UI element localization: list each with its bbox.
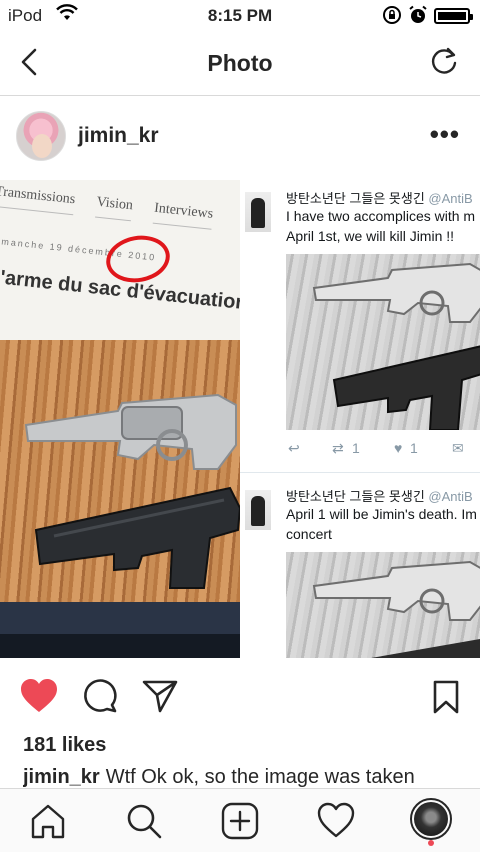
post-username[interactable]: jimin_kr xyxy=(78,124,159,148)
tweet-line: April 1 will be Jimin's death. Im xyxy=(286,506,477,522)
tweet-text: April 1 will be Jimin's death. Im concer… xyxy=(286,504,480,544)
avatar-face xyxy=(32,134,52,158)
taskbar xyxy=(0,634,240,658)
avatar[interactable] xyxy=(16,111,66,161)
status-bar: iPod 8:15 PM xyxy=(0,0,480,32)
profile-icon[interactable] xyxy=(410,798,452,840)
revolver-image xyxy=(24,393,237,470)
tweet-author-name: 방탄소년단 그들은 못생긴 xyxy=(286,489,425,504)
reply-icon[interactable]: ↩ xyxy=(288,440,300,457)
tweet-handle: @AntiB xyxy=(428,489,473,504)
tweet-photo xyxy=(286,254,480,430)
tweet-text: I have two accomplices with m April 1st,… xyxy=(286,206,480,246)
tweet-line: April 1st, we will kill Jimin !! xyxy=(286,228,455,244)
bookmark-icon[interactable] xyxy=(432,680,460,719)
pistol-image xyxy=(332,345,480,430)
battery-icon xyxy=(434,8,473,24)
tweets-panel: 방탄소년단 그들은 못생긴 @AntiB I have two accompli… xyxy=(240,180,480,658)
tweet-line: I have two accomplices with m xyxy=(286,208,476,224)
pistol-image xyxy=(34,486,240,589)
tweet-author: 방탄소년단 그들은 못생긴 @AntiB xyxy=(286,486,473,505)
tweet-like-icon[interactable]: ♥ xyxy=(394,440,402,456)
tweet: 방탄소년단 그들은 못생긴 @AntiB April 1 will be Jim… xyxy=(240,478,480,658)
post-actions xyxy=(0,668,480,724)
magazine-tab: Transmissions xyxy=(0,184,76,216)
revolver-image xyxy=(312,560,480,621)
heart-filled-icon[interactable] xyxy=(20,678,58,719)
retweet-icon[interactable]: ⇄ xyxy=(332,440,344,457)
post-image[interactable]: Transmissions Vision Interviews imanche … xyxy=(0,180,480,658)
back-chevron-icon[interactable] xyxy=(14,46,46,78)
add-icon[interactable] xyxy=(220,801,260,841)
pistol-image xyxy=(371,639,480,658)
home-icon[interactable] xyxy=(28,801,68,841)
tweet-divider xyxy=(240,472,480,473)
activity-heart-icon[interactable] xyxy=(316,801,356,841)
tweet-like-count: 1 xyxy=(410,440,418,456)
tweet-avatar xyxy=(245,192,271,232)
tweet-author: 방탄소년단 그들은 못생긴 @AntiB xyxy=(286,188,473,207)
profile-picture xyxy=(414,802,448,836)
magazine-page: Transmissions Vision Interviews imanche … xyxy=(0,180,240,340)
tweet-photo xyxy=(286,552,480,658)
tweet-handle: @AntiB xyxy=(428,191,473,206)
tweet: 방탄소년단 그들은 못생긴 @AntiB I have two accompli… xyxy=(240,180,480,470)
more-dots-icon[interactable]: ••• xyxy=(430,119,460,150)
left-photo-panel: Transmissions Vision Interviews imanche … xyxy=(0,180,240,658)
share-icon[interactable] xyxy=(142,678,178,719)
tweet-actions: ↩ ⇄ 1 ♥ 1 ✉ xyxy=(286,440,480,462)
alarm-icon xyxy=(408,5,428,30)
post-header: jimin_kr ••• xyxy=(0,97,480,179)
revolver-image xyxy=(312,262,480,323)
likes-count[interactable]: 181 likes xyxy=(23,734,106,757)
caption-username[interactable]: jimin_kr xyxy=(23,766,100,788)
page-title: Photo xyxy=(207,50,273,76)
notification-dot xyxy=(428,840,434,846)
screen-edge xyxy=(0,602,240,634)
retweet-count: 1 xyxy=(352,440,360,456)
magazine-tab: Interviews xyxy=(152,200,214,230)
tab-bar xyxy=(0,788,480,852)
refresh-icon[interactable] xyxy=(428,46,460,78)
magazine-tabs: Transmissions Vision Interviews xyxy=(0,184,240,234)
tweet-avatar xyxy=(245,490,271,530)
caption: jimin_kr Wtf Ok ok, so the image was take… xyxy=(23,766,473,788)
search-icon[interactable] xyxy=(124,801,164,841)
message-icon[interactable]: ✉ xyxy=(452,440,464,457)
caption-text: Wtf Ok ok, so the image was taken xyxy=(105,766,415,788)
comment-icon[interactable] xyxy=(82,678,118,719)
tweet-line: concert xyxy=(286,526,332,542)
tweet-author-name: 방탄소년단 그들은 못생긴 xyxy=(286,191,425,206)
magazine-tab: Vision xyxy=(94,194,134,222)
rotation-lock-icon xyxy=(382,5,402,30)
navigation-bar: Photo xyxy=(0,32,480,96)
